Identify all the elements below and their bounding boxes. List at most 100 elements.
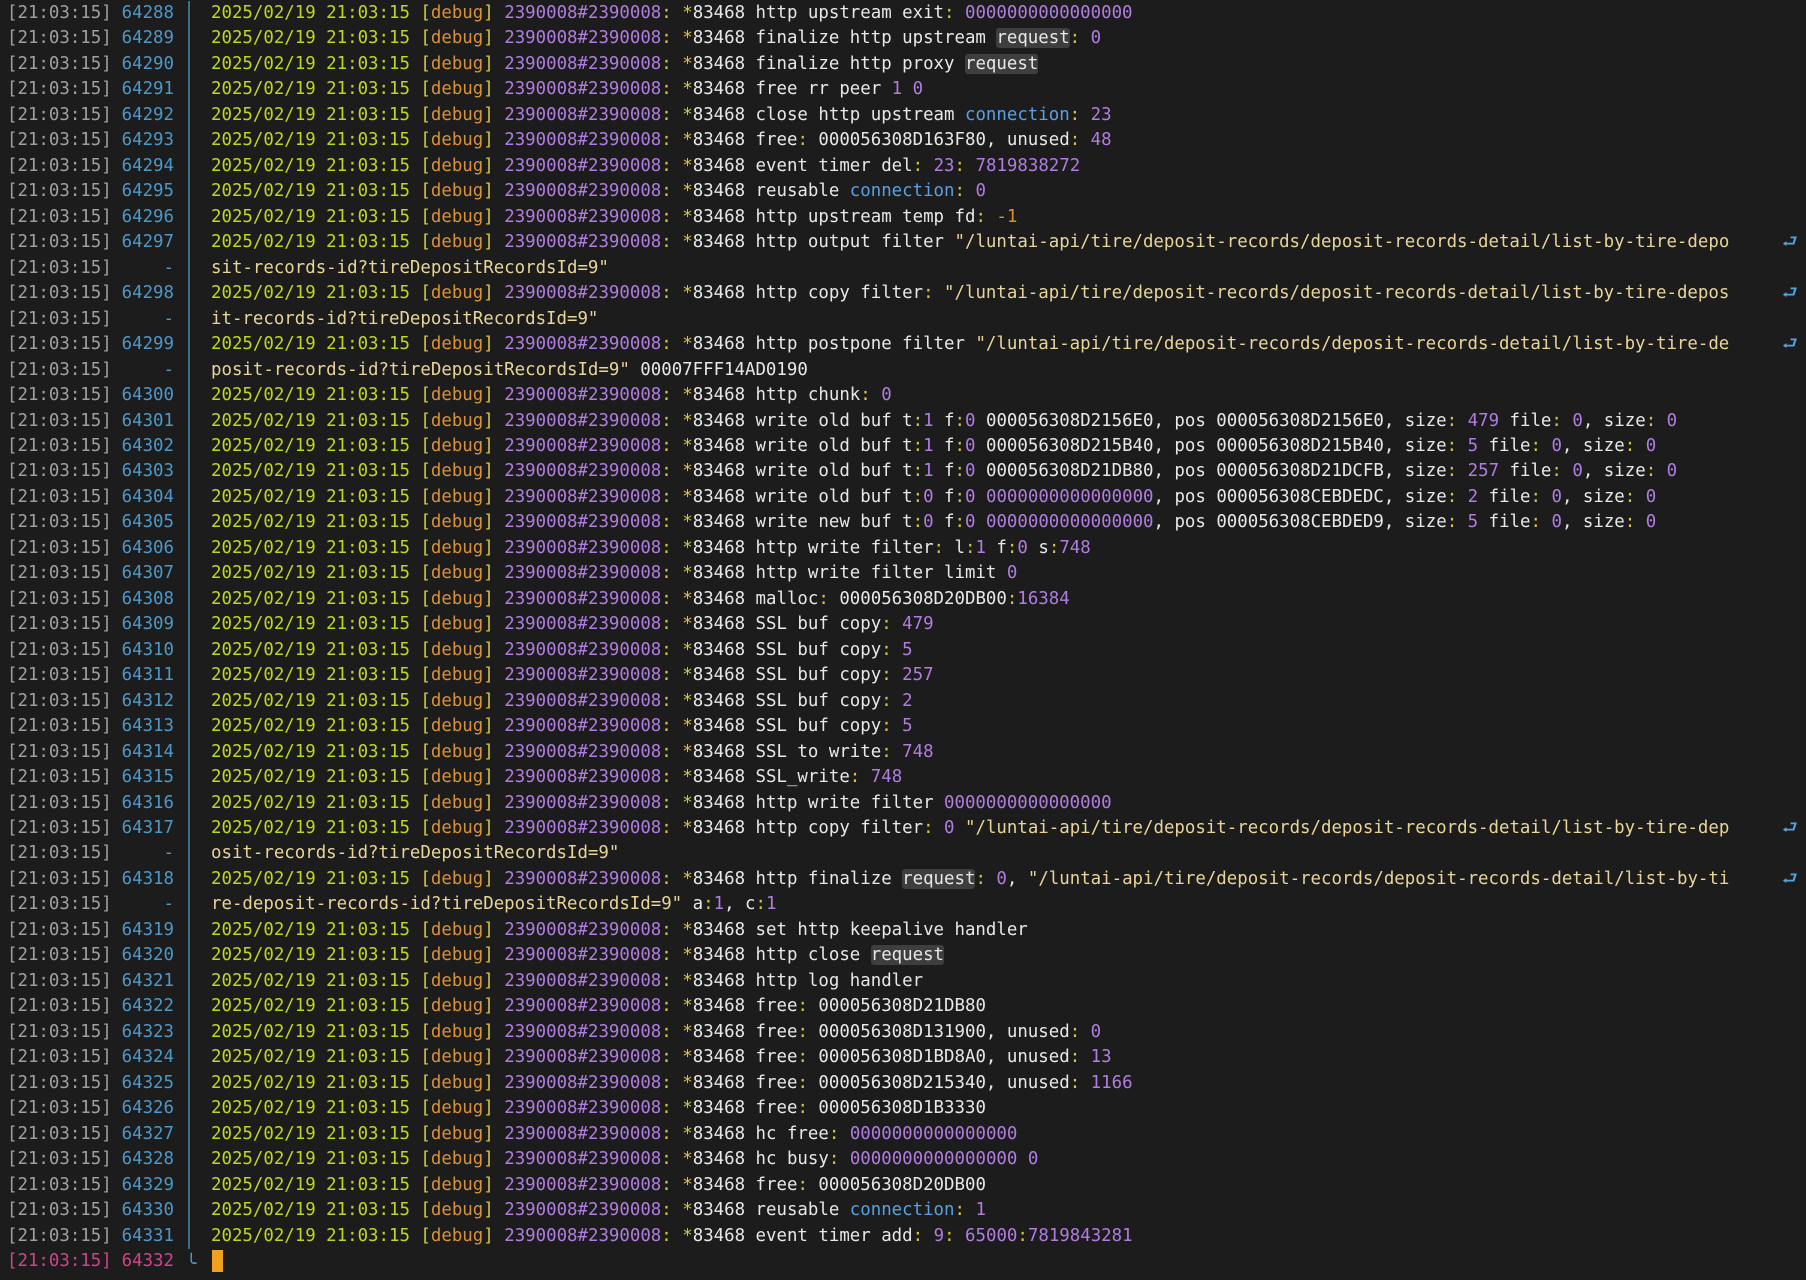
log-message-text <box>672 742 682 762</box>
log-content[interactable]: 2025/02/19 21:03:15 [debug] 2390008#2390… <box>211 612 934 637</box>
log-content[interactable]: 2025/02/19 21:03:15 [debug] 2390008#2390… <box>211 409 1677 434</box>
line-number: 64321 <box>121 970 174 991</box>
log-content[interactable]: 2025/02/19 21:03:15 [debug] 2390008#2390… <box>211 179 986 204</box>
log-content[interactable]: 2025/02/19 21:03:15 [debug] 2390008#2390… <box>211 918 1028 943</box>
log-content[interactable]: 2025/02/19 21:03:15 [debug] 2390008#2390… <box>211 459 1677 484</box>
log-message-text: , size <box>1582 461 1646 482</box>
log-content[interactable]: sit-records-id?tireDepositRecordsId=9" <box>211 256 609 281</box>
level-bracket: ] <box>483 563 494 584</box>
log-content[interactable]: 2025/02/19 21:03:15 [debug] 2390008#2390… <box>211 128 1112 153</box>
text-cursor[interactable] <box>212 1249 223 1272</box>
numeric-value: 0000000000000000 <box>985 512 1154 533</box>
log-content[interactable]: 2025/02/19 21:03:15 [debug] 2390008#2390… <box>211 714 913 739</box>
log-content[interactable]: 2025/02/19 21:03:15 [debug] 2390008#2390… <box>211 561 1017 586</box>
log-datetime: 2025/02/19 21:03:15 <box>211 792 421 813</box>
punctuation: : <box>661 28 672 49</box>
terminal-log-view[interactable]: [21:03:15] 64288 2025/02/19 21:03:15 [debu… <box>0 0 1806 1280</box>
punctuation: * <box>682 486 693 507</box>
punctuation: * <box>682 716 693 737</box>
log-content[interactable]: 2025/02/19 21:03:15 [debug] 2390008#2390… <box>211 1045 1112 1070</box>
log-content[interactable]: it-records-id?tireDepositRecordsId=9" <box>211 307 598 332</box>
log-content[interactable]: 2025/02/19 21:03:15 [debug] 2390008#2390… <box>211 740 934 765</box>
punctuation: : <box>954 181 965 202</box>
punctuation: : <box>1446 512 1458 533</box>
gutter-divider <box>188 917 190 944</box>
line-gutter: [21:03:15] - <box>0 841 206 867</box>
punctuation: : <box>661 334 672 355</box>
line-number: 64300 <box>121 385 174 406</box>
gutter-divider <box>188 510 190 536</box>
log-content[interactable]: 2025/02/19 21:03:15 [debug] 2390008#2390… <box>211 994 986 1019</box>
log-content[interactable]: 2025/02/19 21:03:15 [debug] 2390008#2390… <box>211 689 913 714</box>
log-content[interactable]: 2025/02/19 21:03:15 [debug] 2390008#2390… <box>211 1020 1101 1045</box>
log-content[interactable]: osit-records-id?tireDepositRecordsId=9" <box>211 841 619 866</box>
log-content[interactable]: 2025/02/19 21:03:15 [debug] 2390008#2390… <box>211 638 913 663</box>
level-bracket: [ <box>420 1225 431 1246</box>
log-line: [21:03:15] 64315 2025/02/19 21:03:15 [debu… <box>0 765 1806 791</box>
log-content[interactable]: 2025/02/19 21:03:15 [debug] 2390008#2390… <box>211 1071 1133 1096</box>
level-bracket: ] <box>483 461 494 482</box>
log-content[interactable]: 2025/02/19 21:03:15 [debug] 2390008#2390… <box>211 1198 986 1223</box>
punctuation: : <box>661 741 672 762</box>
punctuation: : <box>828 1123 840 1144</box>
log-content[interactable]: 2025/02/19 21:03:15 [debug] 2390008#2390… <box>211 1122 1017 1147</box>
active-prompt-line[interactable]: [21:03:15] 64332 ╰ <box>0 1249 1806 1274</box>
numeric-value: 1 <box>765 894 777 915</box>
log-content[interactable]: 2025/02/19 21:03:15 [debug] 2390008#2390… <box>211 281 1729 306</box>
log-content[interactable]: 2025/02/19 21:03:15 [debug] 2390008#2390… <box>211 383 892 408</box>
log-content[interactable]: 2025/02/19 21:03:15 [debug] 2390008#2390… <box>211 1096 986 1121</box>
log-datetime: 2025/02/19 21:03:15 <box>211 741 421 762</box>
timestamp: [21:03:15] <box>7 461 112 482</box>
log-message-text: 00007FFF14AD0190 <box>629 359 808 380</box>
log-content[interactable]: 2025/02/19 21:03:15 [debug] 2390008#2390… <box>211 536 1091 561</box>
log-content[interactable]: 2025/02/19 21:03:15 [debug] 2390008#2390… <box>211 765 902 790</box>
log-content[interactable]: 2025/02/19 21:03:15 [debug] 2390008#2390… <box>211 230 1729 255</box>
line-number: 64317 <box>121 818 174 838</box>
log-content[interactable]: 2025/02/19 21:03:15 [debug] 2390008#2390… <box>211 791 1112 816</box>
level-bracket: [ <box>420 53 431 74</box>
log-content[interactable]: re-deposit-records-id?tireDepositRecords… <box>211 892 776 917</box>
log-line: [21:03:15] 64289 2025/02/19 21:03:15 [debu… <box>0 26 1806 52</box>
log-content[interactable]: 2025/02/19 21:03:15 [debug] 2390008#2390… <box>211 943 945 968</box>
log-content[interactable]: 2025/02/19 21:03:15 [debug] 2390008#2390… <box>211 154 1080 179</box>
level-bracket: [ <box>420 716 431 737</box>
log-line: [21:03:15] 64316 2025/02/19 21:03:15 [debu… <box>0 790 1806 816</box>
log-message-text <box>672 130 682 150</box>
line-gutter: [21:03:15] 64327 <box>0 1121 206 1148</box>
log-content[interactable]: 2025/02/19 21:03:15 [debug] 2390008#2390… <box>211 969 923 994</box>
log-content[interactable]: 2025/02/19 21:03:15 [debug] 2390008#2390… <box>211 103 1112 128</box>
timestamp: [21:03:15] <box>7 283 112 304</box>
log-content[interactable]: 2025/02/19 21:03:15 [debug] 2390008#2390… <box>211 52 1039 77</box>
log-content[interactable]: 2025/02/19 21:03:15 [debug] 2390008#2390… <box>211 434 1656 459</box>
log-content[interactable]: posit-records-id?tireDepositRecordsId=9"… <box>211 358 808 383</box>
log-content[interactable]: 2025/02/19 21:03:15 [debug] 2390008#2390… <box>211 867 1729 892</box>
log-content[interactable]: 2025/02/19 21:03:15 [debug] 2390008#2390… <box>211 1 1133 26</box>
log-message-text <box>672 105 682 125</box>
log-message-text <box>672 920 682 940</box>
log-content[interactable]: 2025/02/19 21:03:15 [debug] 2390008#2390… <box>211 1173 986 1198</box>
log-message-text <box>1635 436 1645 456</box>
url-string: "/luntai-api/tire/deposit-records/deposi… <box>965 818 1730 838</box>
line-gutter: [21:03:15] 64288 <box>0 1 206 27</box>
log-content[interactable]: 2025/02/19 21:03:15 [debug] 2390008#2390… <box>211 205 1017 230</box>
log-message-text <box>923 1226 933 1246</box>
timestamp: [21:03:15] <box>7 334 112 355</box>
log-level: debug <box>430 1200 484 1221</box>
line-gutter: [21:03:15] 64322 <box>0 994 206 1020</box>
log-content[interactable]: 2025/02/19 21:03:15 [debug] 2390008#2390… <box>211 1147 1038 1172</box>
log-message-text <box>672 512 682 532</box>
numeric-value: 0 <box>912 79 924 100</box>
line-number: - <box>163 359 174 380</box>
punctuation: : <box>661 1072 672 1093</box>
process-id: 2390008#2390008 <box>504 588 662 609</box>
log-content[interactable]: 2025/02/19 21:03:15 [debug] 2390008#2390… <box>211 1224 1133 1249</box>
log-content[interactable]: 2025/02/19 21:03:15 [debug] 2390008#2390… <box>211 485 1656 510</box>
log-message-text <box>494 334 504 354</box>
log-content[interactable]: 2025/02/19 21:03:15 [debug] 2390008#2390… <box>211 587 1070 612</box>
log-content[interactable]: 2025/02/19 21:03:15 [debug] 2390008#2390… <box>211 26 1101 51</box>
log-content[interactable]: 2025/02/19 21:03:15 [debug] 2390008#2390… <box>211 816 1729 841</box>
log-content[interactable]: 2025/02/19 21:03:15 [debug] 2390008#2390… <box>211 510 1656 535</box>
log-content[interactable]: 2025/02/19 21:03:15 [debug] 2390008#2390… <box>211 332 1729 357</box>
log-content[interactable]: 2025/02/19 21:03:15 [debug] 2390008#2390… <box>211 663 934 688</box>
log-content[interactable]: 2025/02/19 21:03:15 [debug] 2390008#2390… <box>211 77 923 102</box>
